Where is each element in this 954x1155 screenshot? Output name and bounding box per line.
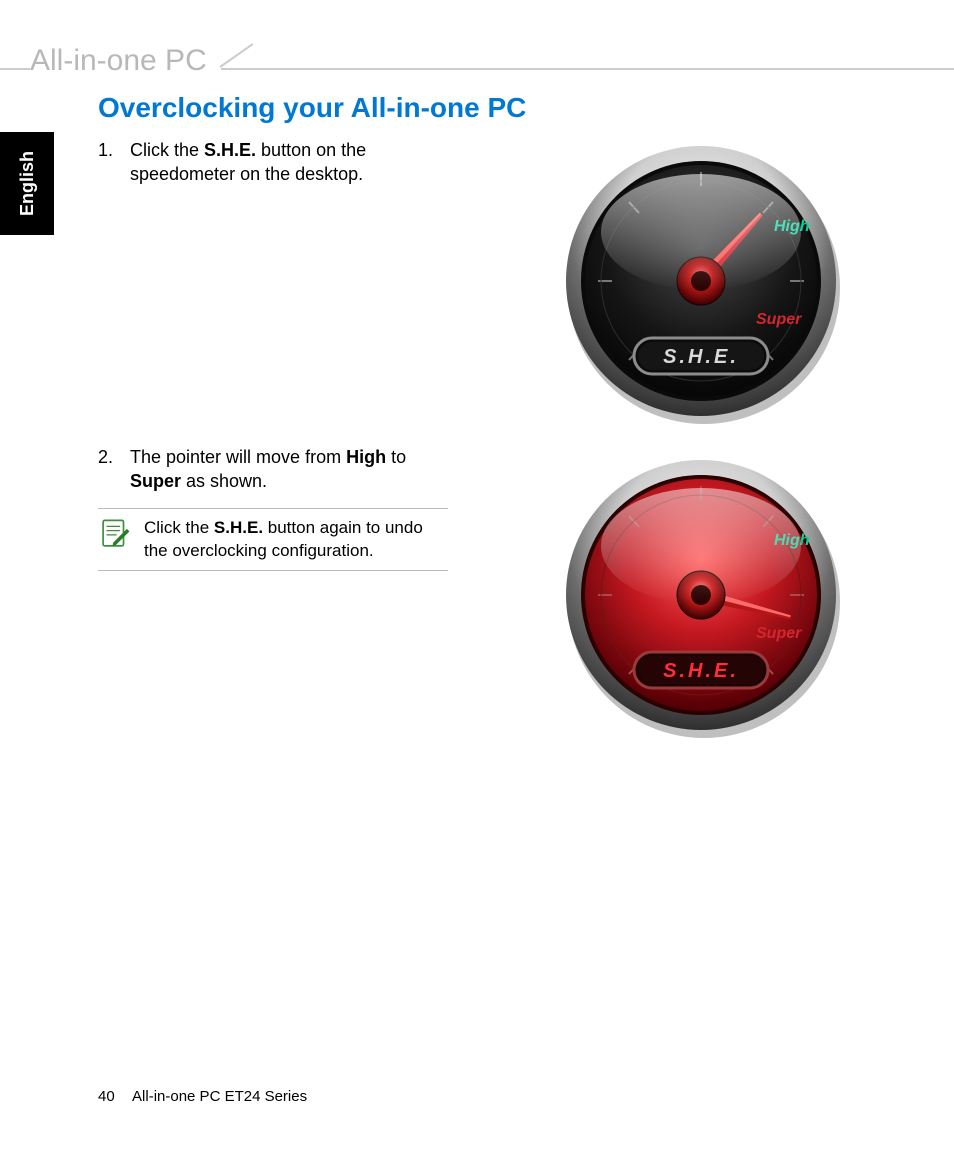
footer-text: All-in-one PC ET24 Series — [132, 1088, 307, 1105]
note-callout: Click the S.H.E. button again to undo th… — [98, 508, 448, 571]
step-1-number: 1. — [98, 138, 130, 187]
gauge-label-super: Super — [756, 311, 802, 328]
she-button[interactable]: S.H.E. — [634, 652, 768, 688]
speedometer-icon: High Super S.H.E. — [556, 450, 846, 740]
gauge-super-state: High Super S.H.E. — [536, 450, 866, 740]
step-2-text: The pointer will move from High to Super… — [130, 445, 448, 494]
note-icon — [98, 517, 132, 551]
section-title: Overclocking your All-in-one PC — [98, 92, 878, 124]
svg-text:S.H.E.: S.H.E. — [663, 346, 739, 368]
gauge-label-super: Super — [756, 625, 802, 642]
step-1-text: Click the S.H.E. button on the speedomet… — [130, 138, 448, 187]
page-header-title: All-in-one PC — [30, 44, 221, 78]
she-button[interactable]: S.H.E. — [634, 338, 768, 374]
step-2-number: 2. — [98, 445, 130, 494]
language-tab: English — [0, 132, 54, 235]
svg-text:S.H.E.: S.H.E. — [663, 660, 739, 682]
note-text: Click the S.H.E. button again to undo th… — [144, 517, 448, 562]
language-tab-label: English — [17, 151, 38, 216]
gauge-high-state: High Super S.H.E. — [536, 136, 866, 426]
speedometer-icon: High Super S.H.E. — [556, 136, 846, 426]
page-number: 40 — [98, 1088, 115, 1105]
page-footer: 40 All-in-one PC ET24 Series — [98, 1088, 307, 1105]
